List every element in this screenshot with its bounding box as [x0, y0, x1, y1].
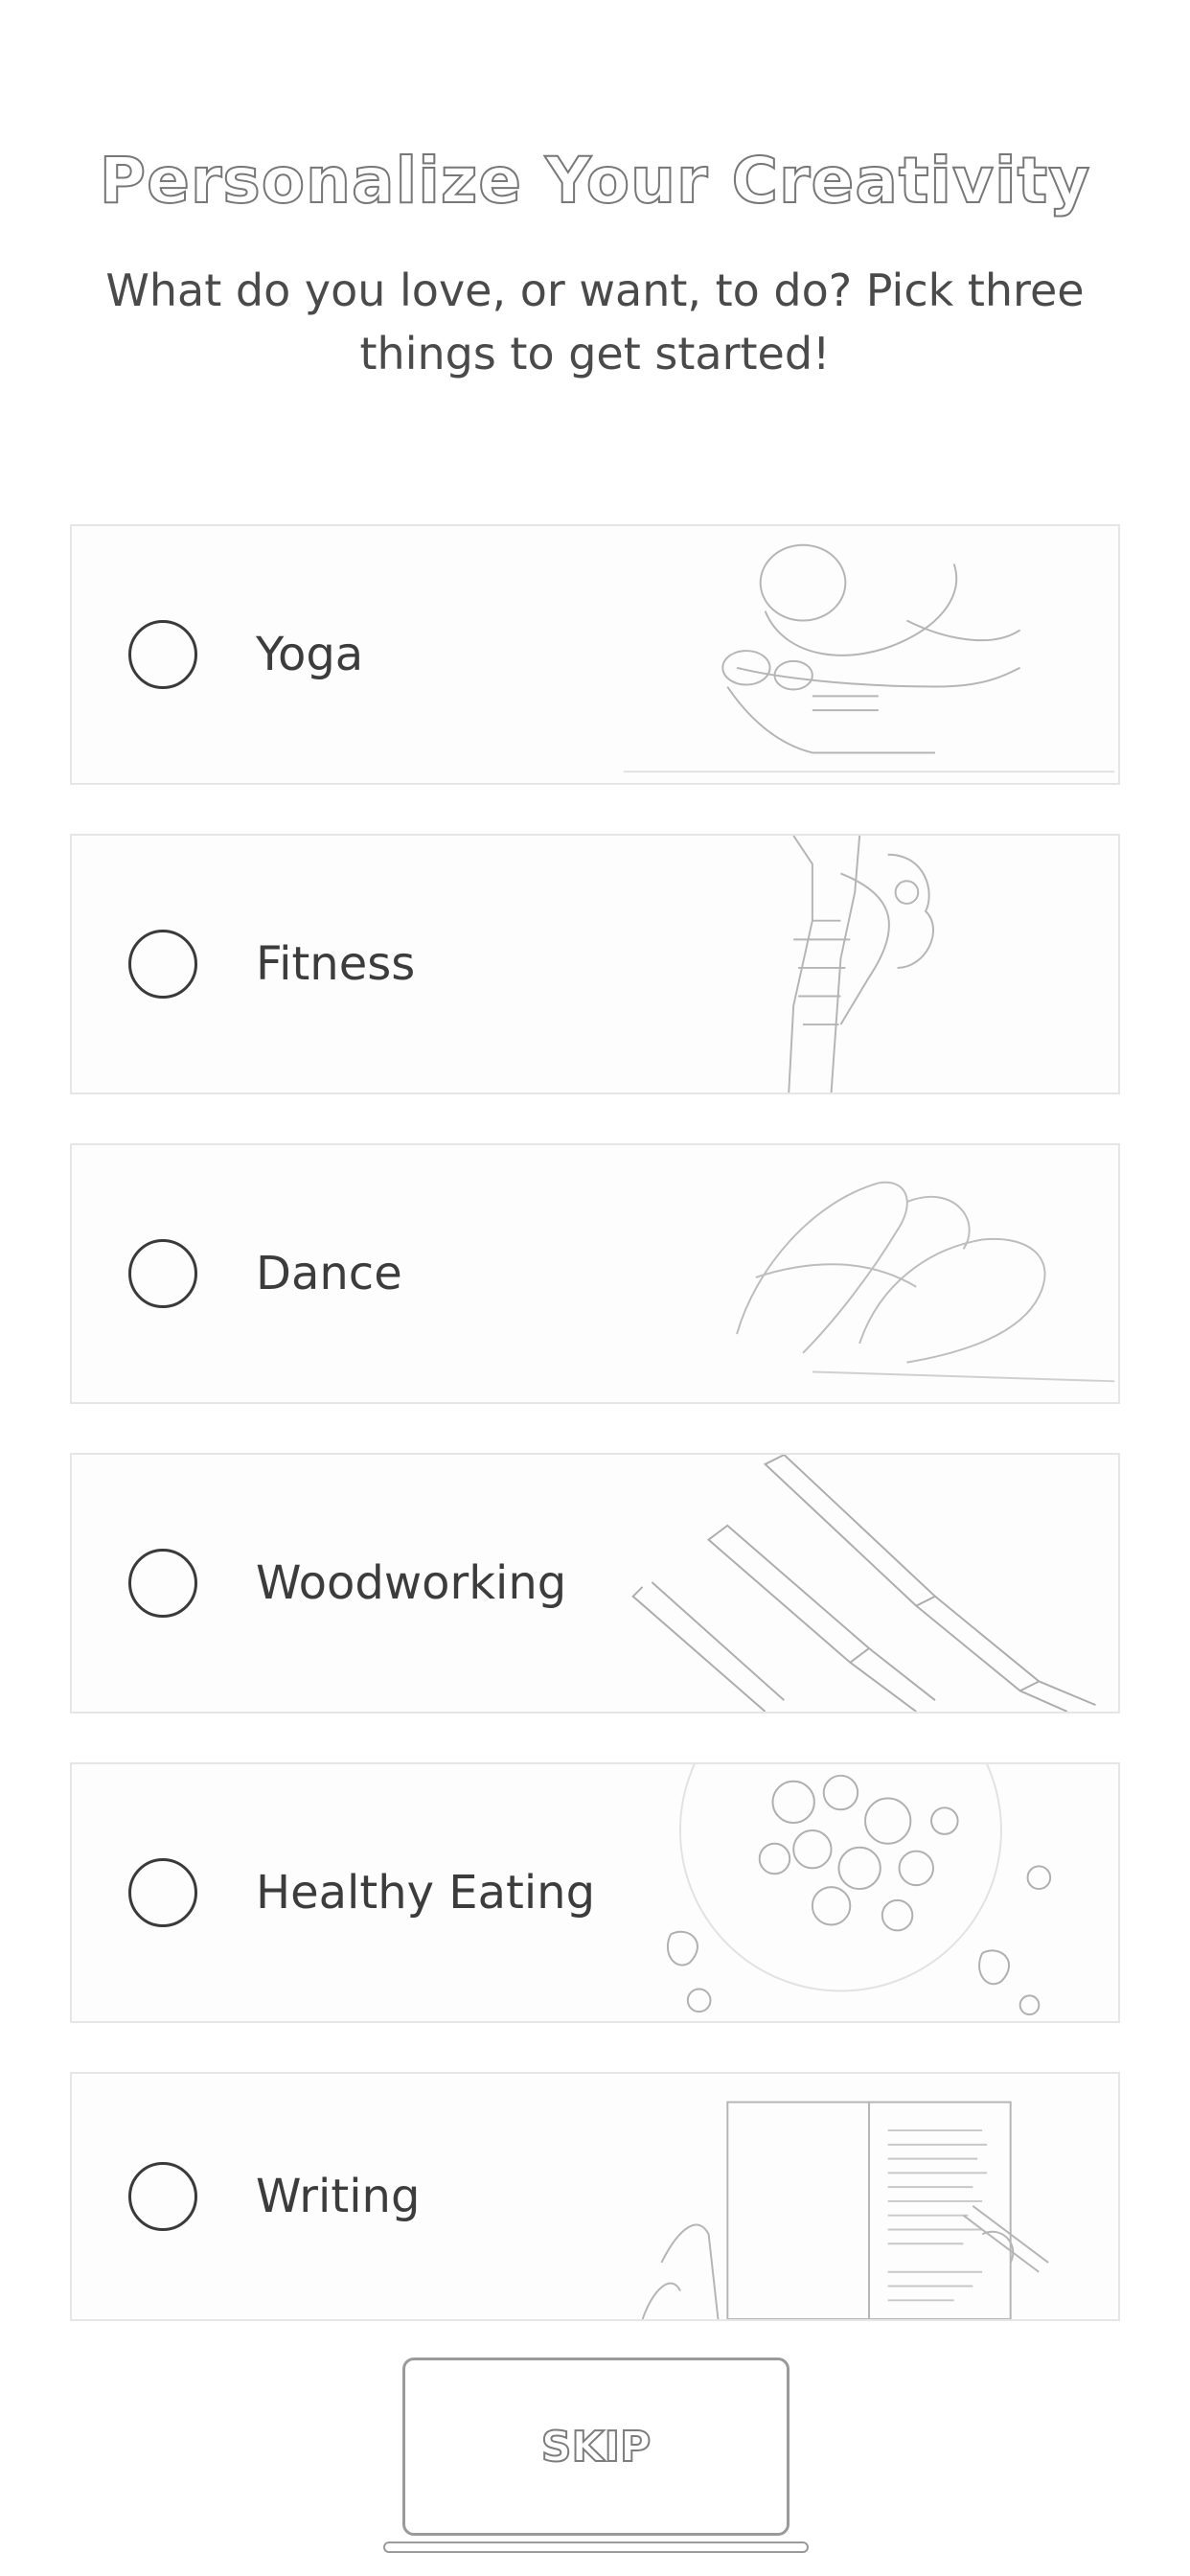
- option-label: Healthy Eating: [256, 1866, 596, 1920]
- radio-button[interactable]: [128, 2162, 197, 2231]
- ballet-shoes-image: [620, 1145, 1118, 1402]
- fitness-legs-image: [620, 836, 1118, 1092]
- page-title: Personalize Your Creativity: [99, 143, 1091, 218]
- option-card-dance[interactable]: Dance: [70, 1143, 1120, 1404]
- option-label: Woodworking: [256, 1556, 567, 1610]
- page-subtitle: What do you love, or want, to do? Pick t…: [105, 264, 1085, 380]
- option-label: Fitness: [256, 937, 416, 991]
- option-label: Dance: [256, 1247, 402, 1300]
- radio-button[interactable]: [128, 930, 197, 999]
- option-card-healthy-eating[interactable]: Healthy Eating: [70, 1762, 1120, 2023]
- radio-button[interactable]: [128, 1239, 197, 1308]
- skip-button[interactable]: SKIP: [402, 2358, 790, 2536]
- fruit-bowl-image: [620, 1764, 1118, 2021]
- option-card-woodworking[interactable]: Woodworking: [70, 1453, 1120, 1714]
- option-card-writing[interactable]: Writing: [70, 2072, 1120, 2321]
- skip-button-shadow: [383, 2542, 809, 2553]
- option-card-fitness[interactable]: Fitness: [70, 834, 1120, 1094]
- radio-button[interactable]: [128, 620, 197, 689]
- option-label: Yoga: [256, 628, 364, 681]
- radio-button[interactable]: [128, 1549, 197, 1618]
- radio-button[interactable]: [128, 1858, 197, 1927]
- chisels-image: [620, 1455, 1118, 1712]
- yoga-pose-image: [620, 526, 1118, 783]
- notebook-writing-image: [620, 2074, 1118, 2319]
- option-label: Writing: [256, 2170, 421, 2223]
- option-card-yoga[interactable]: Yoga: [70, 524, 1120, 785]
